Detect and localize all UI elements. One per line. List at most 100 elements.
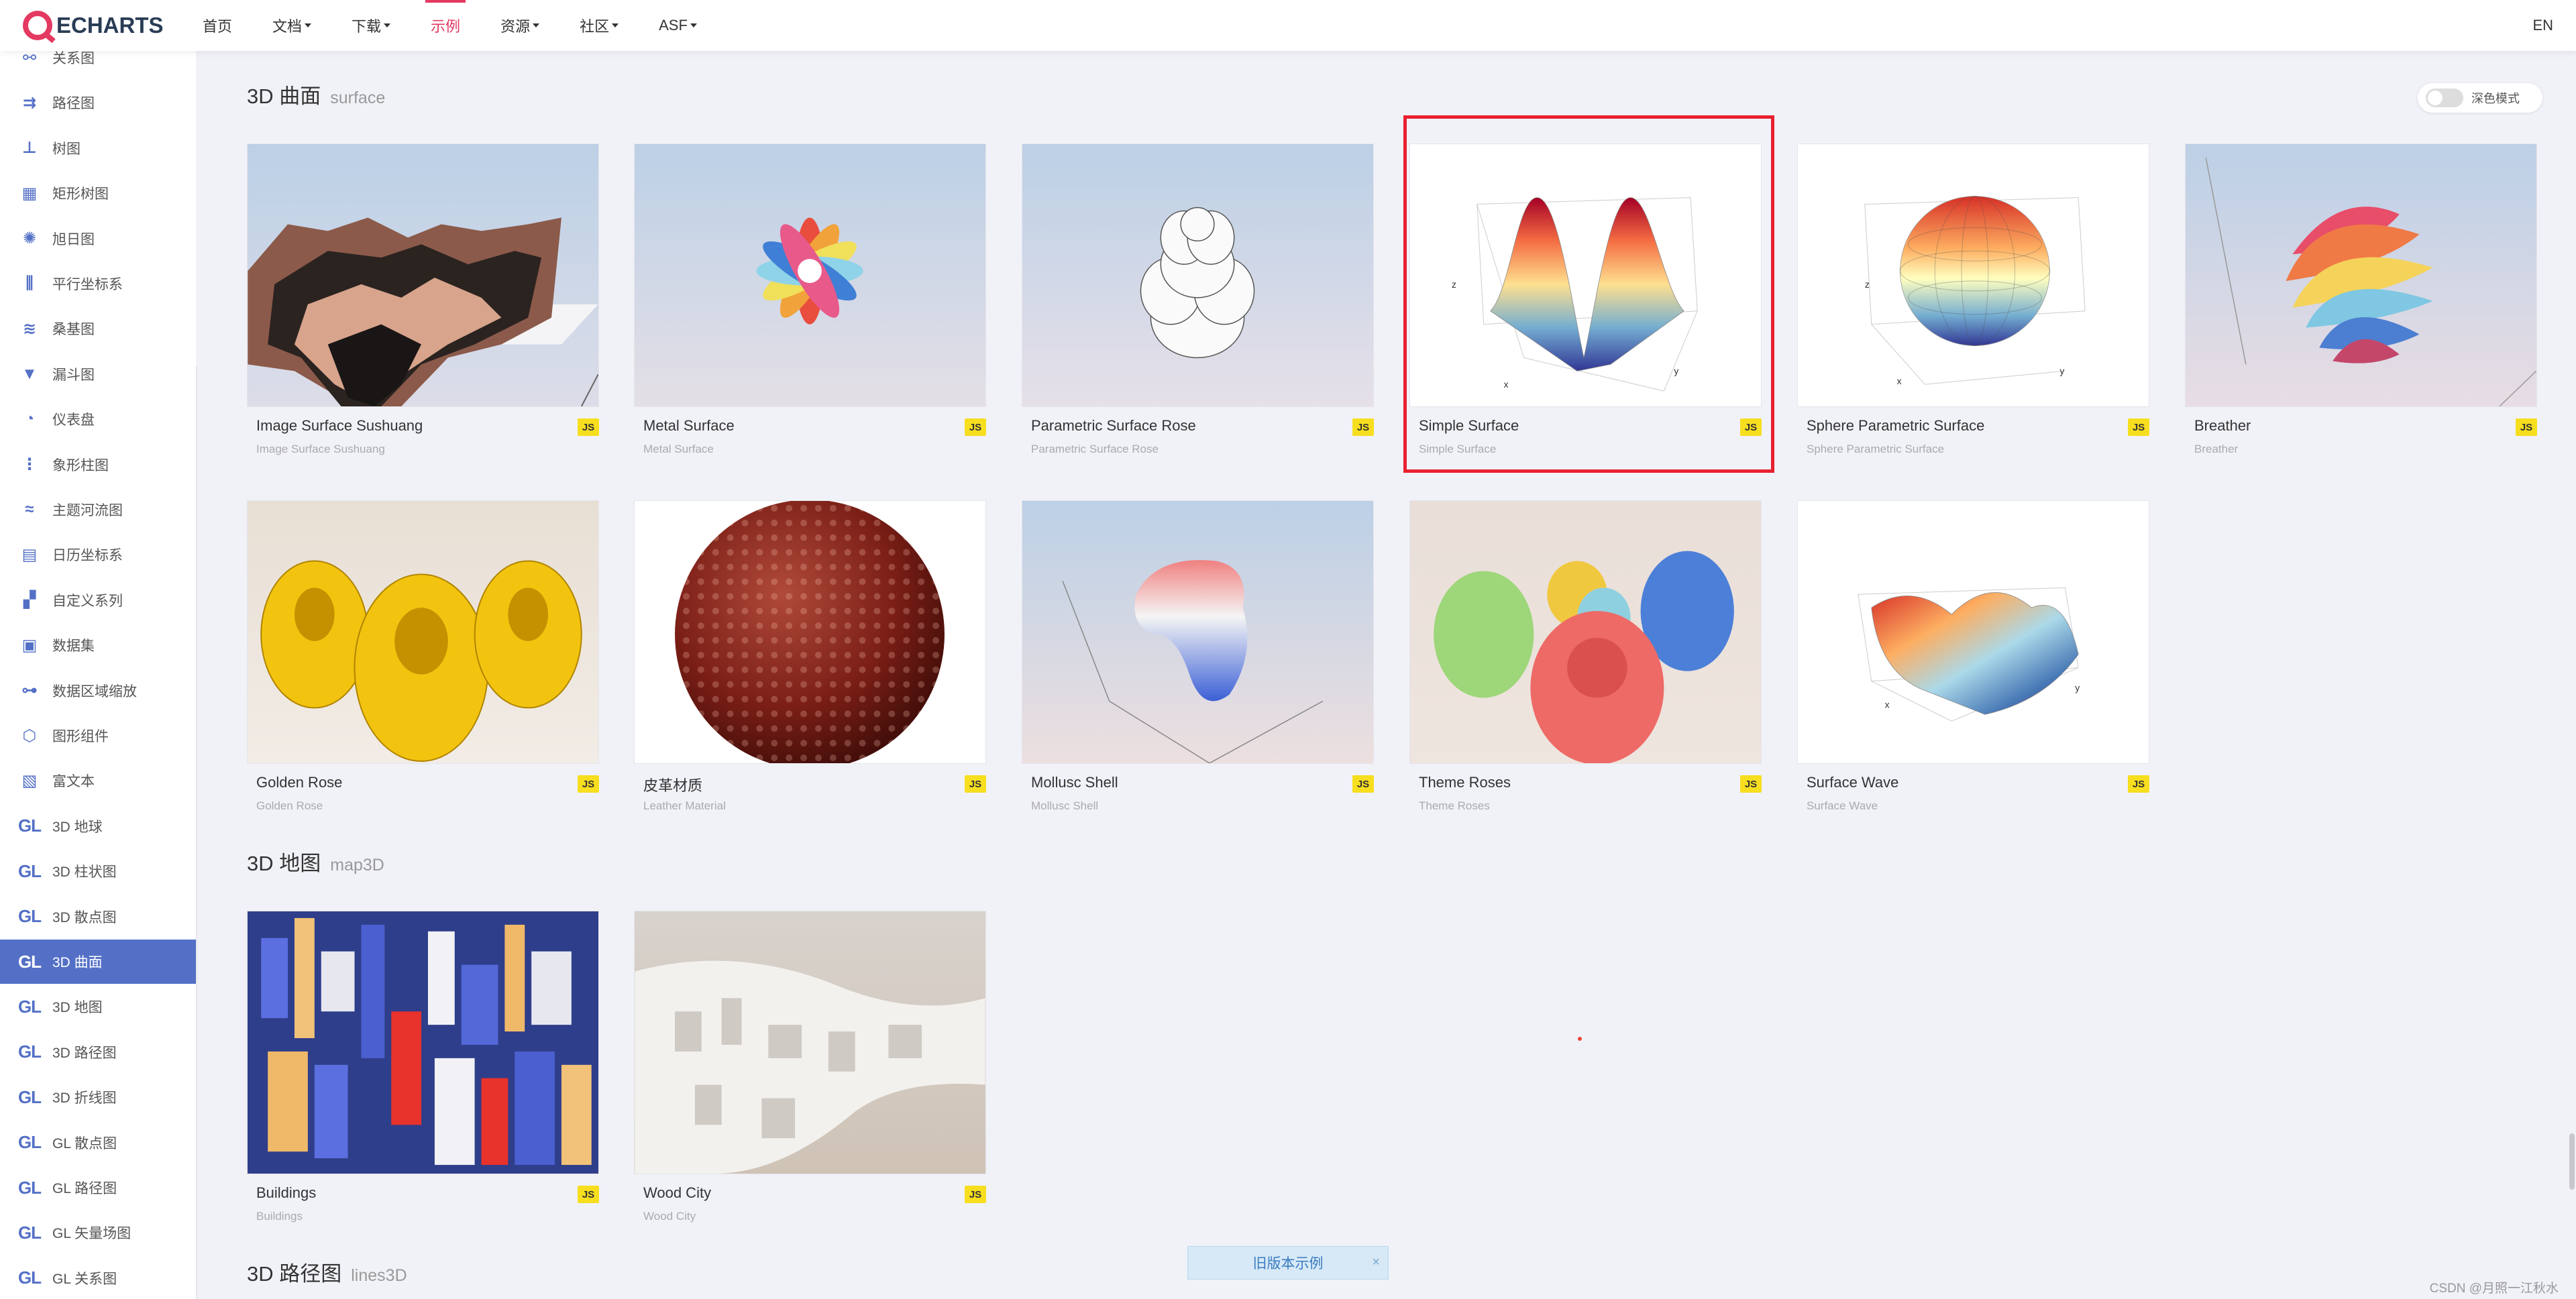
close-icon[interactable]: × — [1372, 1255, 1380, 1270]
section-title-lines3d: 3D 路径图 lines3D — [247, 1262, 407, 1286]
card-title: Wood City — [643, 1184, 712, 1201]
sidebar-item[interactable]: GL 3D 地图 — [0, 984, 197, 1029]
nav-item-examples[interactable]: 示例 — [411, 0, 480, 51]
example-card-surface-wave[interactable]: x y Surface Wave Surface Wave JS — [1797, 500, 2149, 812]
sidebar-item-label: 富文本 — [52, 774, 95, 790]
sidebar-scrollbar[interactable] — [196, 366, 197, 1299]
sidebar-item[interactable]: GL 3D 路径图 — [0, 1030, 197, 1074]
sidebar-item-label: 数据集 — [52, 638, 95, 655]
thumbnail[interactable]: x y — [1797, 500, 2149, 764]
sidebar-item[interactable]: ▤ 日历坐标系 — [0, 532, 197, 577]
sidebar-item[interactable]: ⋮ 象形柱图 — [0, 443, 197, 487]
sidebar-item[interactable]: ≈ 主题河流图 — [0, 488, 197, 532]
sidebar-item[interactable]: ⊥ 树图 — [0, 126, 197, 170]
caret-down-icon — [690, 23, 697, 27]
nav-item-download[interactable]: 下载 — [331, 0, 411, 51]
sidebar-item[interactable]: GL 3D 柱状图 — [0, 849, 197, 893]
example-card-metal-surface[interactable]: Metal Surface Metal Surface JS — [634, 144, 986, 455]
sunburst-icon: ✺ — [22, 229, 37, 248]
sidebar-item[interactable]: ⬡ 图形组件 — [0, 714, 197, 758]
example-card-golden-rose[interactable]: Golden Rose Golden Rose JS — [247, 500, 599, 812]
buildings-thumbnail — [248, 911, 598, 1174]
sidebar-item[interactable]: GL 3D 地球 — [0, 804, 197, 848]
gl-icon: GL — [17, 860, 42, 881]
card-title: Parametric Surface Rose — [1031, 417, 1196, 434]
sidebar-item[interactable]: ▧ 富文本 — [0, 758, 197, 803]
nav-item-docs[interactable]: 文档 — [252, 0, 331, 51]
card-subtitle: Theme Roses — [1419, 799, 1490, 812]
sidebar-item[interactable]: ⊶ 数据区域缩放 — [0, 669, 197, 713]
thumbnail[interactable] — [634, 500, 986, 764]
sidebar-item[interactable]: ▞ 自定义系列 — [0, 578, 197, 622]
nav-item-community[interactable]: 社区 — [559, 0, 639, 51]
card-title: Golden Rose — [256, 774, 343, 791]
sidebar-item-label: 3D 路径图 — [52, 1045, 117, 1061]
example-card-leather-material[interactable]: 皮革材质 Leather Material JS — [634, 500, 986, 812]
card-title: Metal Surface — [643, 417, 735, 434]
sidebar-item[interactable]: GL GL 关系图 — [0, 1256, 197, 1299]
example-card-wood-city[interactable]: Wood City Wood City JS — [634, 911, 986, 1223]
nav-item-home[interactable]: 首页 — [182, 0, 252, 51]
dark-mode-toggle[interactable]: 深色模式 — [2418, 83, 2542, 113]
selection-highlight-box — [1403, 115, 1774, 473]
sidebar-item[interactable]: ▦ 矩形树图 — [0, 171, 197, 215]
main-scrollbar-thumb[interactable] — [2569, 1133, 2575, 1190]
example-card-mollusc-shell[interactable]: Mollusc Shell Mollusc Shell JS — [1022, 500, 1374, 812]
sidebar-item-label: 关系图 — [52, 51, 95, 66]
thumbnail[interactable] — [1409, 500, 1762, 764]
svg-text:z: z — [1865, 279, 1870, 290]
example-card-sphere-parametric-surface[interactable]: z x y Sphere Parametric Surface Sphere P… — [1797, 144, 2149, 455]
tree-icon: ⊥ — [22, 139, 37, 158]
js-badge: JS — [1352, 418, 1374, 436]
thumbnail[interactable] — [247, 911, 599, 1174]
sidebar-item[interactable]: ≋ 桑基图 — [0, 306, 197, 351]
sidebar-item[interactable]: GL 3D 折线图 — [0, 1075, 197, 1119]
example-card-parametric-surface-rose[interactable]: Parametric Surface Rose Parametric Surfa… — [1022, 144, 1374, 455]
language-switch[interactable]: EN — [2532, 0, 2553, 51]
theme-river-icon: ≈ — [25, 500, 34, 518]
old-version-banner[interactable]: 旧版本示例 × — [1187, 1246, 1389, 1280]
sidebar-item-label: 路径图 — [52, 96, 95, 112]
top-navbar: ECHARTS 首页 文档 下载 示例 资源 社区 ASF EN — [0, 0, 2576, 51]
gl-icon: GL — [17, 951, 42, 972]
example-card-breather[interactable]: Breather Breather JS — [2185, 144, 2537, 455]
sidebar-item-label: 3D 地图 — [52, 1000, 103, 1016]
js-badge: JS — [2128, 775, 2149, 793]
thumbnail[interactable] — [1022, 500, 1374, 764]
sidebar-item[interactable]: ⇉ 路径图 — [0, 80, 197, 125]
card-title: Sphere Parametric Surface — [1807, 417, 1985, 434]
thumbnail[interactable] — [1022, 144, 1374, 407]
js-badge: JS — [578, 1186, 599, 1203]
nav-item-resources[interactable]: 资源 — [480, 0, 559, 51]
thumbnail[interactable] — [247, 144, 599, 407]
sidebar-item[interactable]: GL GL 散点图 — [0, 1121, 197, 1165]
thumbnail[interactable] — [634, 911, 986, 1174]
thumbnail[interactable]: z x y — [1797, 144, 2149, 407]
sidebar-item[interactable]: GL GL 矢量场图 — [0, 1210, 197, 1255]
golden-rose-thumbnail — [260, 560, 582, 763]
thumbnail[interactable] — [247, 500, 599, 764]
sidebar-item[interactable]: ⫼ 平行坐标系 — [0, 262, 197, 306]
caret-down-icon — [612, 23, 619, 27]
caret-down-icon — [305, 23, 312, 27]
nav-item-asf[interactable]: ASF — [639, 0, 717, 51]
sidebar-item[interactable]: ⚯ 关系图 — [0, 51, 197, 80]
sidebar-item[interactable]: GL 3D 曲面 — [0, 940, 197, 984]
logo-ring-icon — [23, 11, 52, 40]
example-card-buildings[interactable]: Buildings Buildings JS — [247, 911, 599, 1223]
js-badge: JS — [965, 418, 986, 436]
thumbnail[interactable] — [634, 144, 986, 407]
sidebar-item[interactable]: GL 3D 散点图 — [0, 895, 197, 939]
svg-text:y: y — [2059, 365, 2064, 376]
example-card-image-surface-sushuang[interactable]: Image Surface Sushuang Image Surface Sus… — [247, 144, 599, 455]
js-badge: JS — [965, 775, 986, 793]
sidebar-item[interactable]: ▣ 数据集 — [0, 623, 197, 667]
example-card-theme-roses[interactable]: Theme Roses Theme Roses JS — [1409, 500, 1762, 812]
cursor-dot — [1578, 1037, 1582, 1041]
sidebar-item[interactable]: GL GL 路径图 — [0, 1166, 197, 1210]
echarts-logo[interactable]: ECHARTS — [23, 9, 164, 42]
sidebar-item[interactable]: ✺ 旭日图 — [0, 217, 197, 261]
thumbnail[interactable] — [2185, 144, 2537, 407]
sidebar-item[interactable]: ▼ 漏斗图 — [0, 352, 197, 396]
sidebar-item[interactable]: ◔ 仪表盘 — [0, 397, 197, 441]
